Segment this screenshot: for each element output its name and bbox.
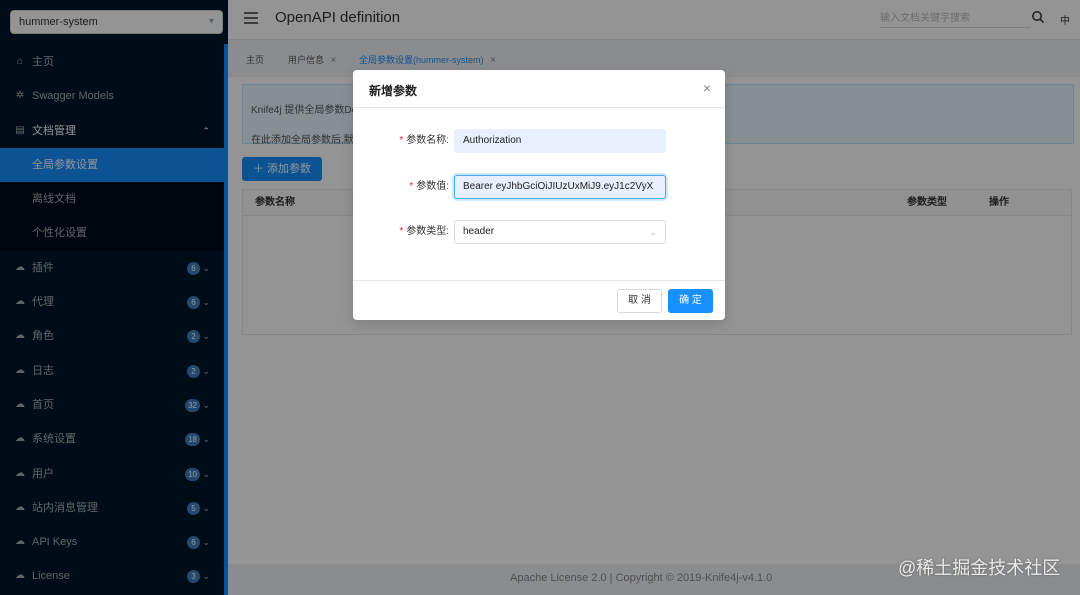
required-mark: * [399, 226, 404, 237]
param-type-value: header [463, 226, 495, 237]
watermark: @稀土掘金技术社区 [898, 558, 1061, 578]
cancel-button[interactable]: 取 消 [617, 289, 662, 313]
modal-footer: 取 消 确 定 [353, 280, 725, 320]
param-type-select[interactable]: header ⌄ [454, 220, 666, 244]
form-row-value: * 参数值: Bearer eyJhbGciOiJIUzUxMiJ9.eyJ1c2… [353, 175, 725, 199]
param-type-label: * 参数类型: [399, 226, 449, 237]
form-row-type: * 参数类型: header ⌄ [353, 220, 725, 244]
required-mark: * [409, 181, 414, 192]
ok-button[interactable]: 确 定 [668, 289, 713, 313]
add-param-modal: 新增参数 × * 参数名称: Authorization * 参数值: Bearer… [353, 70, 725, 320]
required-mark: * [399, 135, 404, 146]
param-value-input[interactable]: Bearer eyJhbGciOiJIUzUxMiJ9.eyJ1c2VyX [454, 175, 666, 199]
param-name-input[interactable]: Authorization [454, 129, 666, 153]
param-value-label: * 参数值: [409, 181, 449, 192]
close-icon[interactable]: × [703, 81, 711, 95]
chevron-down-icon: ⌄ [649, 227, 657, 237]
modal-header: 新增参数 × [353, 70, 725, 108]
form-row-name: * 参数名称: Authorization [353, 129, 725, 153]
modal-title: 新增参数 [369, 84, 418, 98]
param-name-label: * 参数名称: [399, 135, 449, 146]
